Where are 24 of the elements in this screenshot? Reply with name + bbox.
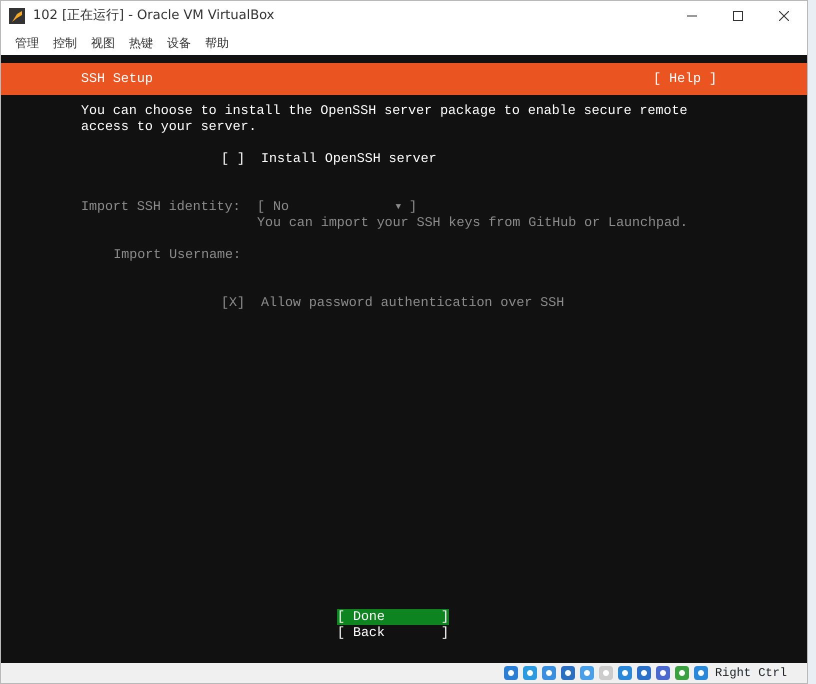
help-button[interactable]: [ Help ] <box>653 71 717 87</box>
checkbox: [X] <box>221 295 246 311</box>
window-title: 102 [正在运行] - Oracle VM VirtualBox <box>33 7 274 26</box>
dialog-button[interactable]: [ Done ] <box>337 609 449 625</box>
menu-item[interactable]: 热键 <box>129 34 153 52</box>
field-label: Import Username: <box>113 247 241 262</box>
menu-item[interactable]: 视图 <box>91 34 115 52</box>
checkbox-label: Allow password authentication over SSH <box>261 295 564 311</box>
maximize-icon <box>733 11 743 21</box>
screen-title: SSH Setup <box>81 71 153 87</box>
app-icon <box>9 8 25 24</box>
menu-item[interactable]: 设备 <box>167 34 191 52</box>
dialog-button[interactable]: [ Back ] <box>337 625 449 641</box>
host-key-label: Right Ctrl <box>714 665 787 682</box>
close-icon <box>779 11 789 21</box>
checkbox[interactable]: [ ] <box>221 151 261 167</box>
menu-item[interactable]: 管理 <box>15 34 39 52</box>
checkbox-label: Install OpenSSH server <box>261 151 437 167</box>
hint-text: You can import your SSH keys from GitHub or Launchpad. <box>257 215 688 231</box>
field-label: Import SSH identity: <box>81 199 241 214</box>
description: You can choose to install the OpenSSH server package to enable secure remote access to your server. <box>81 103 688 135</box>
menu-item[interactable]: 帮助 <box>205 34 229 52</box>
menu-item[interactable]: 控制 <box>53 34 77 52</box>
dropdown-field: [ No ▼ ] <box>257 199 417 215</box>
